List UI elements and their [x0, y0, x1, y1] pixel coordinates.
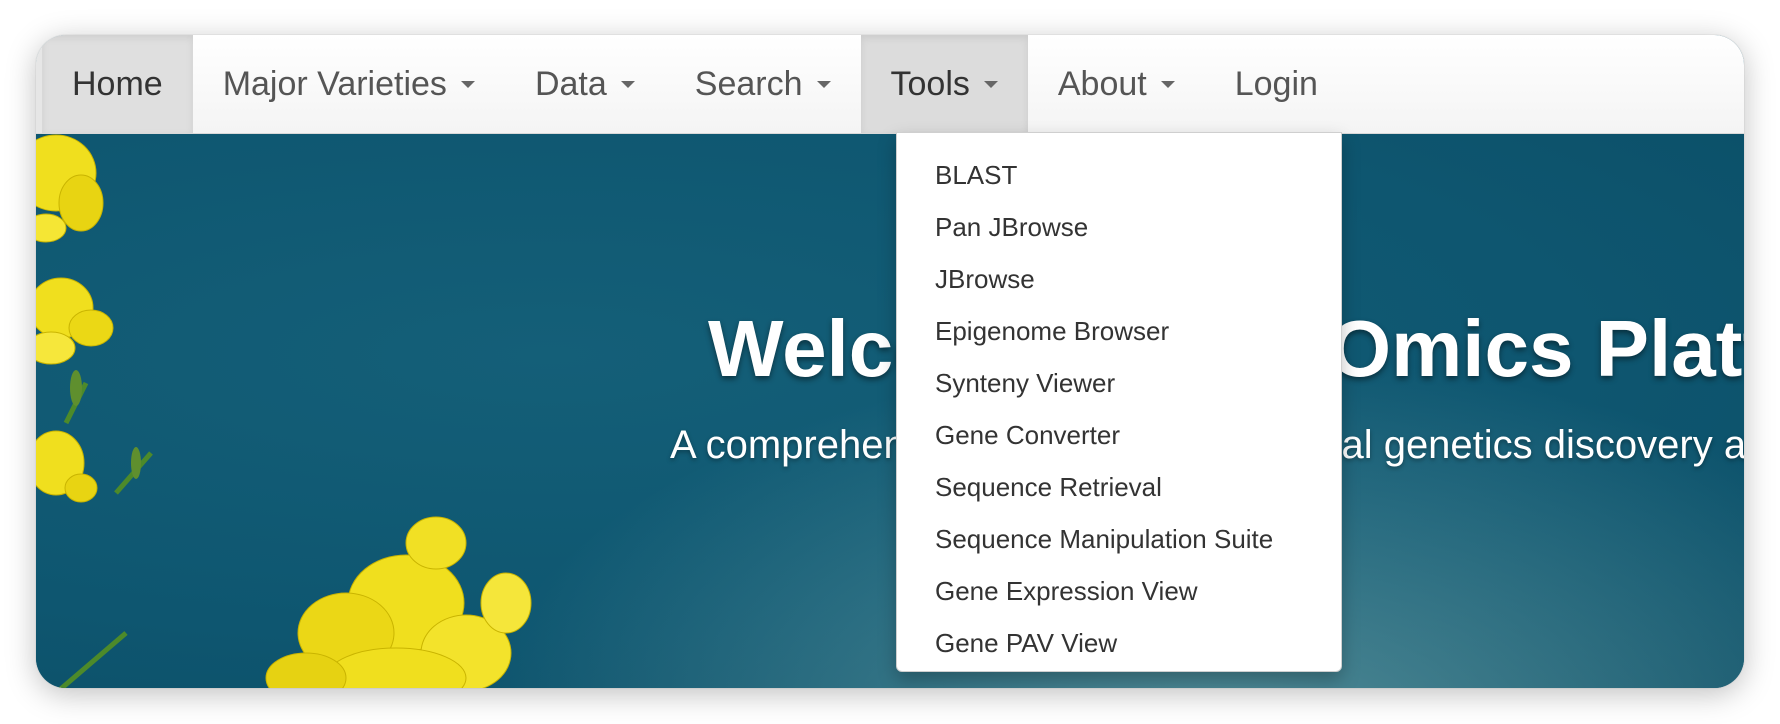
tools-dropdown-menu: BLAST Pan JBrowse JBrowse Epigenome Brow…: [896, 132, 1342, 672]
menu-item-blast[interactable]: BLAST: [897, 149, 1341, 201]
nav-home-label: Home: [72, 64, 163, 103]
menu-item-pan-jbrowse[interactable]: Pan JBrowse: [897, 201, 1341, 253]
menu-item-gene-converter[interactable]: Gene Converter: [897, 409, 1341, 461]
nav-data-label: Data: [534, 64, 607, 103]
browser-window: Welcome to BnaOmics Platform A comprehen…: [36, 35, 1744, 688]
navbar-menu: Home Major Varieties Data Search Tools A…: [42, 35, 1348, 133]
menu-item-jbrowse[interactable]: JBrowse: [897, 253, 1341, 305]
nav-tools-label: Tools: [890, 64, 970, 103]
hero-banner: Welcome to BnaOmics Platform A comprehen…: [36, 133, 1744, 688]
nav-about-label: About: [1057, 64, 1147, 103]
caret-down-icon: [620, 80, 635, 88]
menu-item-gene-pav-view[interactable]: Gene PAV View: [897, 617, 1341, 669]
nav-login-label: Login: [1234, 64, 1318, 103]
menu-item-epigenome-browser[interactable]: Epigenome Browser: [897, 305, 1341, 357]
rapeseed-flowers-image: [36, 134, 532, 688]
nav-search[interactable]: Search: [665, 35, 861, 133]
menu-item-gene-expression-view[interactable]: Gene Expression View: [897, 565, 1341, 617]
top-navbar: Home Major Varieties Data Search Tools A…: [36, 35, 1744, 134]
nav-login[interactable]: Login: [1205, 35, 1348, 133]
menu-item-synteny-viewer[interactable]: Synteny Viewer: [897, 357, 1341, 409]
nav-major-varieties-label: Major Varieties: [222, 64, 447, 103]
caret-down-icon: [1160, 80, 1175, 88]
nav-major-varieties[interactable]: Major Varieties: [193, 35, 505, 133]
nav-tools[interactable]: Tools: [860, 35, 1028, 133]
nav-data[interactable]: Data: [505, 35, 665, 133]
nav-search-label: Search: [694, 64, 803, 103]
nav-about[interactable]: About: [1028, 35, 1205, 133]
menu-item-sequence-manipulation-suite[interactable]: Sequence Manipulation Suite: [897, 513, 1341, 565]
caret-down-icon: [983, 80, 998, 88]
caret-down-icon: [460, 80, 475, 88]
nav-home[interactable]: Home: [42, 35, 193, 133]
menu-item-sequence-retrieval[interactable]: Sequence Retrieval: [897, 461, 1341, 513]
caret-down-icon: [816, 80, 831, 88]
